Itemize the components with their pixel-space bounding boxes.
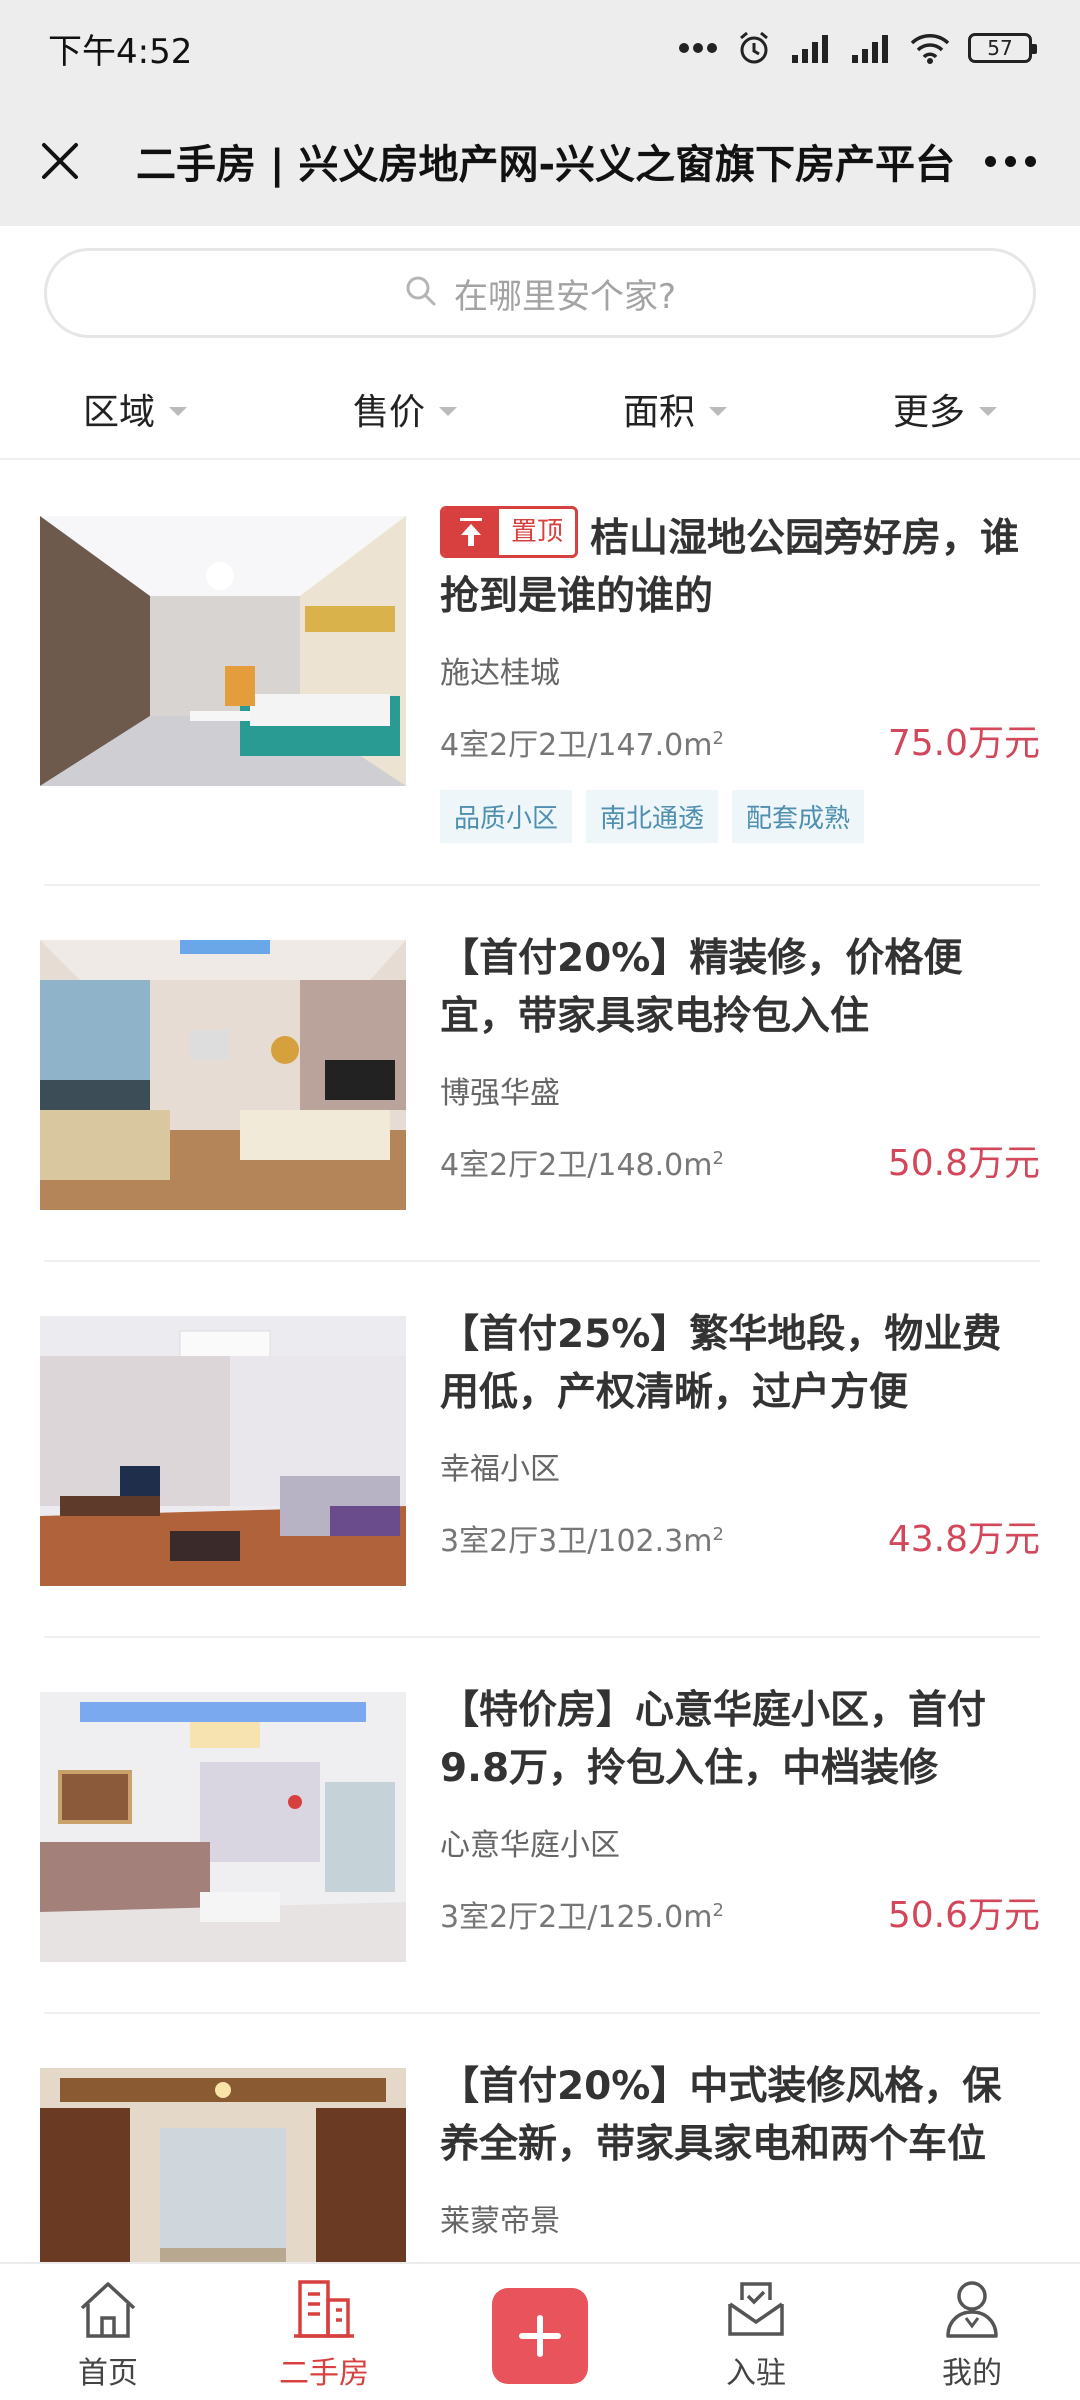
listing-price: 43.8万元 <box>887 1519 1040 1560</box>
listing-price: 50.8万元 <box>887 1143 1040 1184</box>
layout-text: 4室2厅2卫/147.0m <box>440 728 713 763</box>
inbox-icon <box>724 2278 788 2344</box>
filter-region[interactable]: 区域 <box>0 360 270 458</box>
filter-bar: 区域 售价 面积 更多 <box>0 360 1080 460</box>
title-bar: 二手房 | 兴义房地产网-兴义之窗旗下房产平台 <box>0 96 1080 226</box>
close-icon[interactable] <box>30 131 90 191</box>
listing-item[interactable]: 【首付20%】精装修，价格便宜，带家具家电拎包入住 博强华盛 4室2厅2卫/14… <box>0 886 1080 1262</box>
listing-photo <box>40 940 406 1210</box>
listing-tags: 品质小区 南北通透 配套成熟 <box>440 790 1040 843</box>
listing-layout: 4室2厅2卫/147.0m2 <box>440 720 724 764</box>
listing-info: 【首付20%】中式装修风格，保养全新，带家具家电和两个车位 莱蒙帝景 <box>440 2058 1040 2240</box>
signal-icon <box>850 33 892 63</box>
wifi-icon <box>910 32 950 64</box>
listing-title: 【特价房】心意华庭小区，首付9.8万，拎包入住，中档装修 <box>440 1688 987 1791</box>
nav-label: 我的 <box>942 2356 1002 2391</box>
plus-icon <box>492 2288 588 2384</box>
listing-layout: 3室2厅2卫/125.0m2 <box>440 1892 724 1936</box>
bottom-nav: 首页 二手房 入驻 我的 <box>0 2262 1080 2400</box>
caret-down-icon <box>709 406 727 416</box>
listing-photo <box>40 1316 406 1586</box>
signal-icon <box>790 33 832 63</box>
listing-meta: 4室2厅2卫/148.0m2 50.8万元 <box>440 1134 1040 1186</box>
pinned-badge: 置顶 <box>440 506 579 558</box>
search-icon <box>404 274 438 312</box>
listing-photo <box>40 1692 406 1962</box>
building-icon <box>292 2278 356 2344</box>
listing-tag: 南北通透 <box>586 790 719 843</box>
layout-text: 4室2厅2卫/148.0m <box>440 1148 713 1183</box>
nav-label: 二手房 <box>279 2356 369 2391</box>
filter-label: 面积 <box>622 392 695 433</box>
listing-photo <box>40 516 406 786</box>
nav-join[interactable]: 入驻 <box>648 2264 864 2400</box>
filter-area[interactable]: 面积 <box>540 360 810 458</box>
pin-top-icon <box>443 509 499 555</box>
listing-layout: 3室2厅3卫/102.3m2 <box>440 1516 724 1560</box>
search-input[interactable]: 在哪里安个家? <box>44 248 1036 338</box>
caret-down-icon <box>439 406 457 416</box>
unit-sup: 2 <box>712 1900 724 1921</box>
nav-publish[interactable] <box>432 2264 648 2400</box>
listing-info: 置顶 桔山湿地公园旁好房，谁抢到是谁的谁的 施达桂城 4室2厅2卫/147.0m… <box>440 506 1040 843</box>
alarm-icon <box>736 30 772 66</box>
listing-meta: 3室2厅2卫/125.0m2 50.6万元 <box>440 1886 1040 1938</box>
caret-down-icon <box>979 406 997 416</box>
listing-community: 博强华盛 <box>440 1076 560 1111</box>
listing-layout: 4室2厅2卫/148.0m2 <box>440 1140 724 1184</box>
status-time: 下午4:52 <box>48 31 193 72</box>
unit-sup: 2 <box>712 1524 724 1545</box>
listing-title: 【首付25%】繁华地段，物业费用低，产权清晰，过户方便 <box>440 1312 1002 1415</box>
battery-icon: 57 <box>968 33 1037 63</box>
unit-sup: 2 <box>712 1148 724 1169</box>
listing-item[interactable]: 【特价房】心意华庭小区，首付9.8万，拎包入住，中档装修 心意华庭小区 3室2厅… <box>0 1638 1080 2014</box>
more-icon[interactable] <box>970 131 1050 191</box>
listing-item[interactable]: 【首付20%】中式装修风格，保养全新，带家具家电和两个车位 莱蒙帝景 <box>0 2014 1080 2262</box>
filter-label: 售价 <box>352 392 425 433</box>
nav-label: 入驻 <box>726 2356 786 2391</box>
unit-sup: 2 <box>712 728 724 749</box>
more-dots-icon <box>678 42 718 54</box>
listing-community: 莱蒙帝景 <box>440 2204 560 2239</box>
layout-text: 3室2厅3卫/102.3m <box>440 1524 713 1559</box>
home-icon <box>76 2278 140 2344</box>
filter-more[interactable]: 更多 <box>810 360 1080 458</box>
listing-community: 幸福小区 <box>440 1452 560 1487</box>
layout-text: 3室2厅2卫/125.0m <box>440 1900 713 1935</box>
listing-photo <box>40 2068 406 2262</box>
user-icon <box>940 2278 1004 2344</box>
listing-title: 置顶 桔山湿地公园旁好房，谁抢到是谁的谁的 <box>440 506 1040 626</box>
pinned-badge-label: 置顶 <box>511 517 564 547</box>
nav-label: 首页 <box>78 2356 138 2391</box>
listing-info: 【特价房】心意华庭小区，首付9.8万，拎包入住，中档装修 心意华庭小区 3室2厅… <box>440 1682 1040 1938</box>
listing-community: 心意华庭小区 <box>440 1828 620 1863</box>
nav-home[interactable]: 首页 <box>0 2264 216 2400</box>
filter-price[interactable]: 售价 <box>270 360 540 458</box>
listing-title: 【首付20%】精装修，价格便宜，带家具家电拎包入住 <box>440 936 963 1039</box>
caret-down-icon <box>169 406 187 416</box>
listing-info: 【首付25%】繁华地段，物业费用低，产权清晰，过户方便 幸福小区 3室2厅3卫/… <box>440 1306 1040 1562</box>
listing-tag: 配套成熟 <box>732 790 865 843</box>
nav-secondhand[interactable]: 二手房 <box>216 2264 432 2400</box>
filter-label: 区域 <box>82 392 155 433</box>
listing-list: 置顶 桔山湿地公园旁好房，谁抢到是谁的谁的 施达桂城 4室2厅2卫/147.0m… <box>0 462 1080 2262</box>
status-bar: 下午4:52 57 <box>0 0 1080 96</box>
listing-price: 50.6万元 <box>887 1895 1040 1936</box>
status-icons: 57 <box>678 30 1037 66</box>
search-placeholder: 在哪里安个家? <box>453 276 677 317</box>
listing-item[interactable]: 置顶 桔山湿地公园旁好房，谁抢到是谁的谁的 施达桂城 4室2厅2卫/147.0m… <box>0 462 1080 886</box>
listing-community: 施达桂城 <box>440 656 560 691</box>
listing-item[interactable]: 【首付25%】繁华地段，物业费用低，产权清晰，过户方便 幸福小区 3室2厅3卫/… <box>0 1262 1080 1638</box>
page-title: 二手房 | 兴义房地产网-兴义之窗旗下房产平台 <box>136 142 956 188</box>
listing-tag: 品质小区 <box>440 790 573 843</box>
listing-title: 【首付20%】中式装修风格，保养全新，带家具家电和两个车位 <box>440 2064 1002 2167</box>
listing-price: 75.0万元 <box>887 723 1040 764</box>
listing-info: 【首付20%】精装修，价格便宜，带家具家电拎包入住 博强华盛 4室2厅2卫/14… <box>440 930 1040 1186</box>
filter-label: 更多 <box>892 392 965 433</box>
nav-mine[interactable]: 我的 <box>864 2264 1080 2400</box>
listing-meta: 4室2厅2卫/147.0m2 75.0万元 <box>440 714 1040 766</box>
listing-meta: 3室2厅3卫/102.3m2 43.8万元 <box>440 1510 1040 1562</box>
